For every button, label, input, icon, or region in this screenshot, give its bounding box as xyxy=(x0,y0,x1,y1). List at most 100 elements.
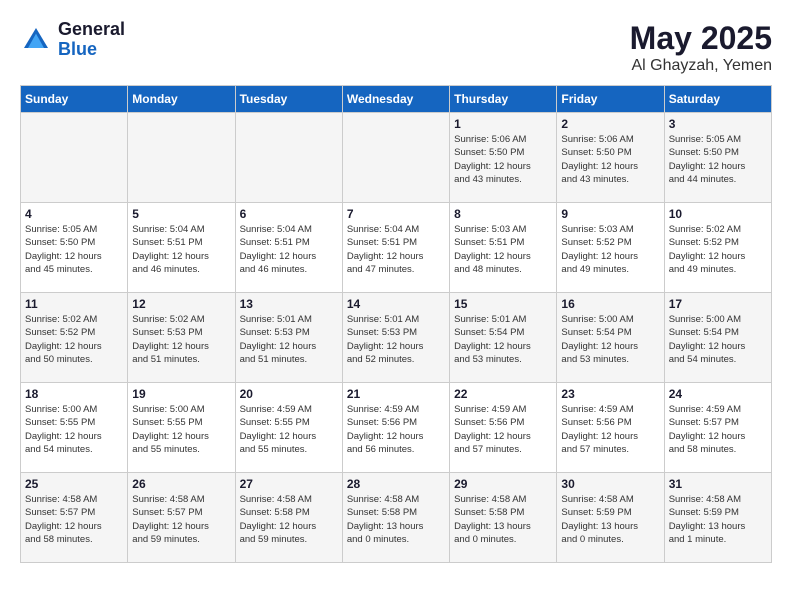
day-info: Sunrise: 5:02 AMSunset: 5:53 PMDaylight:… xyxy=(132,313,230,366)
table-cell: 22 Sunrise: 4:59 AMSunset: 5:56 PMDayligh… xyxy=(450,383,557,473)
day-number: 10 xyxy=(669,207,767,221)
day-info: Sunrise: 4:58 AMSunset: 5:58 PMDaylight:… xyxy=(454,493,552,546)
table-cell: 11 Sunrise: 5:02 AMSunset: 5:52 PMDayligh… xyxy=(21,293,128,383)
day-info: Sunrise: 5:04 AMSunset: 5:51 PMDaylight:… xyxy=(347,223,445,276)
table-cell xyxy=(235,113,342,203)
table-cell: 9 Sunrise: 5:03 AMSunset: 5:52 PMDaylight… xyxy=(557,203,664,293)
table-cell xyxy=(342,113,449,203)
day-number: 22 xyxy=(454,387,552,401)
day-number: 21 xyxy=(347,387,445,401)
day-info: Sunrise: 4:59 AMSunset: 5:56 PMDaylight:… xyxy=(561,403,659,456)
day-info: Sunrise: 5:04 AMSunset: 5:51 PMDaylight:… xyxy=(132,223,230,276)
table-cell: 19Sunrise: 5:00 AMSunset: 5:55 PMDayligh… xyxy=(128,383,235,473)
table-cell: 21 Sunrise: 4:59 AMSunset: 5:56 PMDayligh… xyxy=(342,383,449,473)
day-number: 25 xyxy=(25,477,123,491)
day-info: Sunrise: 5:01 AMSunset: 5:53 PMDaylight:… xyxy=(347,313,445,366)
logo-icon xyxy=(20,24,52,56)
table-cell: 6 Sunrise: 5:04 AMSunset: 5:51 PMDaylight… xyxy=(235,203,342,293)
month-year: May 2025 xyxy=(630,20,772,57)
table-cell: 2 Sunrise: 5:06 AMSunset: 5:50 PMDaylight… xyxy=(557,113,664,203)
table-cell: 29 Sunrise: 4:58 AMSunset: 5:58 PMDayligh… xyxy=(450,473,557,563)
day-info: Sunrise: 5:02 AMSunset: 5:52 PMDaylight:… xyxy=(669,223,767,276)
logo-general: General xyxy=(58,20,125,40)
day-info: Sunrise: 4:59 AMSunset: 5:56 PMDaylight:… xyxy=(454,403,552,456)
day-number: 17 xyxy=(669,297,767,311)
logo-blue: Blue xyxy=(58,40,125,60)
table-cell: 10 Sunrise: 5:02 AMSunset: 5:52 PMDayligh… xyxy=(664,203,771,293)
day-number: 29 xyxy=(454,477,552,491)
calendar-table: Sunday Monday Tuesday Wednesday Thursday… xyxy=(20,85,772,563)
day-info: Sunrise: 5:05 AMSunset: 5:50 PMDaylight:… xyxy=(25,223,123,276)
table-cell: 15Sunrise: 5:01 AMSunset: 5:54 PMDayligh… xyxy=(450,293,557,383)
day-number: 27 xyxy=(240,477,338,491)
day-info: Sunrise: 4:59 AMSunset: 5:57 PMDaylight:… xyxy=(669,403,767,456)
page-header: General Blue May 2025 Al Ghayzah, Yemen xyxy=(20,20,772,75)
header-wednesday: Wednesday xyxy=(342,86,449,113)
day-number: 19 xyxy=(132,387,230,401)
day-number: 20 xyxy=(240,387,338,401)
title-block: May 2025 Al Ghayzah, Yemen xyxy=(630,20,772,75)
table-cell: 31 Sunrise: 4:58 AMSunset: 5:59 PMDayligh… xyxy=(664,473,771,563)
table-cell: 1 Sunrise: 5:06 AMSunset: 5:50 PMDaylight… xyxy=(450,113,557,203)
day-number: 26 xyxy=(132,477,230,491)
day-number: 31 xyxy=(669,477,767,491)
day-number: 9 xyxy=(561,207,659,221)
header-saturday: Saturday xyxy=(664,86,771,113)
table-cell xyxy=(128,113,235,203)
table-cell: 25 Sunrise: 4:58 AMSunset: 5:57 PMDayligh… xyxy=(21,473,128,563)
day-info: Sunrise: 4:59 AMSunset: 5:56 PMDaylight:… xyxy=(347,403,445,456)
header-sunday: Sunday xyxy=(21,86,128,113)
day-number: 6 xyxy=(240,207,338,221)
table-cell: 18 Sunrise: 5:00 AMSunset: 5:55 PMDayligh… xyxy=(21,383,128,473)
table-cell: 23 Sunrise: 4:59 AMSunset: 5:56 PMDayligh… xyxy=(557,383,664,473)
day-number: 11 xyxy=(25,297,123,311)
table-cell: 12 Sunrise: 5:02 AMSunset: 5:53 PMDayligh… xyxy=(128,293,235,383)
table-cell: 4Sunrise: 5:05 AMSunset: 5:50 PMDaylight… xyxy=(21,203,128,293)
day-number: 16 xyxy=(561,297,659,311)
calendar-header: Sunday Monday Tuesday Wednesday Thursday… xyxy=(21,86,772,113)
day-info: Sunrise: 5:05 AMSunset: 5:50 PMDaylight:… xyxy=(669,133,767,186)
table-cell: 24Sunrise: 4:59 AMSunset: 5:57 PMDayligh… xyxy=(664,383,771,473)
table-cell: 16Sunrise: 5:00 AMSunset: 5:54 PMDayligh… xyxy=(557,293,664,383)
day-info: Sunrise: 4:58 AMSunset: 5:57 PMDaylight:… xyxy=(25,493,123,546)
logo-text: General Blue xyxy=(58,20,125,60)
table-cell xyxy=(21,113,128,203)
location: Al Ghayzah, Yemen xyxy=(630,57,772,75)
day-info: Sunrise: 5:03 AMSunset: 5:52 PMDaylight:… xyxy=(561,223,659,276)
day-number: 5 xyxy=(132,207,230,221)
day-info: Sunrise: 5:01 AMSunset: 5:53 PMDaylight:… xyxy=(240,313,338,366)
day-number: 14 xyxy=(347,297,445,311)
day-number: 15 xyxy=(454,297,552,311)
day-info: Sunrise: 5:04 AMSunset: 5:51 PMDaylight:… xyxy=(240,223,338,276)
header-friday: Friday xyxy=(557,86,664,113)
day-info: Sunrise: 5:00 AMSunset: 5:55 PMDaylight:… xyxy=(25,403,123,456)
day-info: Sunrise: 4:58 AMSunset: 5:57 PMDaylight:… xyxy=(132,493,230,546)
calendar-body: 1 Sunrise: 5:06 AMSunset: 5:50 PMDaylight… xyxy=(21,113,772,563)
day-number: 2 xyxy=(561,117,659,131)
day-number: 23 xyxy=(561,387,659,401)
table-cell: 20 Sunrise: 4:59 AMSunset: 5:55 PMDayligh… xyxy=(235,383,342,473)
table-cell: 17 Sunrise: 5:00 AMSunset: 5:54 PMDayligh… xyxy=(664,293,771,383)
day-info: Sunrise: 4:59 AMSunset: 5:55 PMDaylight:… xyxy=(240,403,338,456)
day-info: Sunrise: 4:58 AMSunset: 5:59 PMDaylight:… xyxy=(561,493,659,546)
day-info: Sunrise: 5:02 AMSunset: 5:52 PMDaylight:… xyxy=(25,313,123,366)
table-cell: 7 Sunrise: 5:04 AMSunset: 5:51 PMDaylight… xyxy=(342,203,449,293)
day-info: Sunrise: 5:00 AMSunset: 5:54 PMDaylight:… xyxy=(669,313,767,366)
day-number: 28 xyxy=(347,477,445,491)
table-cell: 13Sunrise: 5:01 AMSunset: 5:53 PMDayligh… xyxy=(235,293,342,383)
day-info: Sunrise: 5:06 AMSunset: 5:50 PMDaylight:… xyxy=(454,133,552,186)
table-cell: 26 Sunrise: 4:58 AMSunset: 5:57 PMDayligh… xyxy=(128,473,235,563)
table-cell: 28Sunrise: 4:58 AMSunset: 5:58 PMDayligh… xyxy=(342,473,449,563)
header-thursday: Thursday xyxy=(450,86,557,113)
day-number: 7 xyxy=(347,207,445,221)
day-number: 18 xyxy=(25,387,123,401)
table-cell: 8Sunrise: 5:03 AMSunset: 5:51 PMDaylight… xyxy=(450,203,557,293)
logo: General Blue xyxy=(20,20,125,60)
day-number: 12 xyxy=(132,297,230,311)
day-number: 1 xyxy=(454,117,552,131)
day-info: Sunrise: 4:58 AMSunset: 5:59 PMDaylight:… xyxy=(669,493,767,546)
table-cell: 27Sunrise: 4:58 AMSunset: 5:58 PMDayligh… xyxy=(235,473,342,563)
header-tuesday: Tuesday xyxy=(235,86,342,113)
day-number: 3 xyxy=(669,117,767,131)
day-info: Sunrise: 5:06 AMSunset: 5:50 PMDaylight:… xyxy=(561,133,659,186)
